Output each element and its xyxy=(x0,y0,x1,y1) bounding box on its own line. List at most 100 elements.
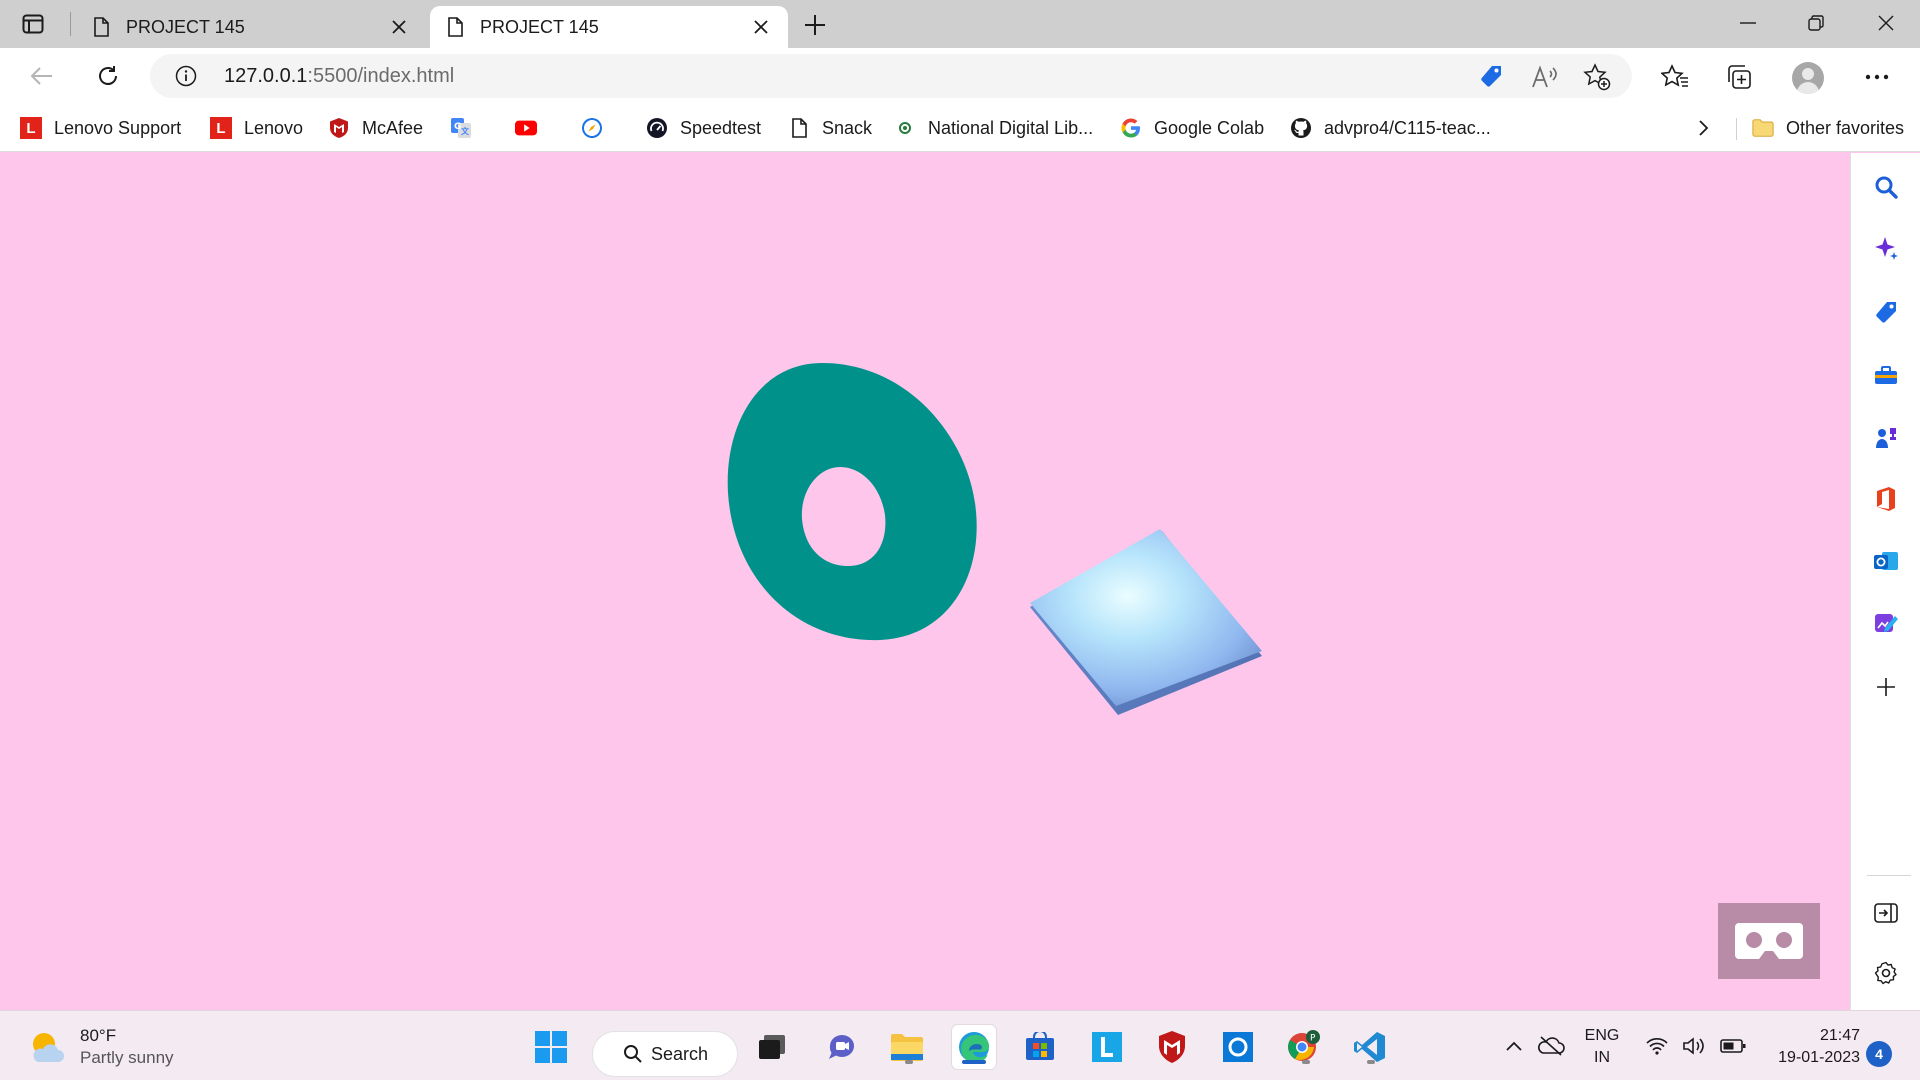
favorite-label: Snack xyxy=(822,117,873,138)
clock-date: 19-01-2023 xyxy=(1778,1049,1860,1066)
edge-icon xyxy=(959,1032,989,1063)
google-translate-icon: G文 xyxy=(450,117,472,139)
favorite-speedtest[interactable]: Speedtest xyxy=(646,114,761,142)
close-tab-icon[interactable] xyxy=(386,14,412,40)
favorite-mcafee[interactable]: McAfee xyxy=(328,114,423,142)
sidebar-office-icon[interactable] xyxy=(1868,481,1904,517)
active-app-indicator xyxy=(962,1060,986,1064)
minimize-button[interactable] xyxy=(1720,6,1776,40)
url-path: :5500/index.html xyxy=(307,65,455,87)
address-bar[interactable]: 127.0.0.1:5500/index.html xyxy=(150,54,1632,98)
more-options-icon[interactable] xyxy=(1860,60,1894,94)
page-icon xyxy=(90,16,112,38)
lenovo-vantage-button[interactable] xyxy=(1085,1025,1129,1069)
tab-project-145-inactive[interactable]: PROJECT 145 xyxy=(76,6,426,48)
task-view-button[interactable] xyxy=(750,1025,794,1069)
favorite-label: Lenovo xyxy=(244,117,304,138)
mcafee-button[interactable] xyxy=(1150,1025,1194,1069)
taskbar-search[interactable]: Search xyxy=(592,1031,738,1077)
vr-mode-button[interactable] xyxy=(1718,903,1820,979)
favorite-google-colab[interactable]: Google Colab xyxy=(1120,114,1264,142)
dot-icon xyxy=(894,117,916,139)
favorite-youtube[interactable] xyxy=(515,114,537,142)
sidebar-games-icon[interactable] xyxy=(1868,419,1904,455)
favorites-bar: L Lenovo Support L Lenovo McAfee G文 Spee… xyxy=(0,104,1920,152)
onedrive-offline-icon[interactable] xyxy=(1534,1031,1568,1061)
search-label: Search xyxy=(651,1043,709,1064)
sidebar-discover-sparkle-icon[interactable] xyxy=(1868,231,1904,267)
volume-icon[interactable] xyxy=(1678,1031,1712,1061)
sidebar-search-icon[interactable] xyxy=(1868,169,1904,205)
add-favorite-icon[interactable] xyxy=(1582,62,1612,92)
tab-actions-icon[interactable] xyxy=(18,10,48,38)
lenovo-vantage-icon xyxy=(1092,1032,1122,1062)
svg-text:文: 文 xyxy=(461,126,470,136)
weather-description: Partly sunny xyxy=(80,1048,174,1067)
ar-scene-canvas[interactable] xyxy=(0,153,1850,1010)
weather-widget[interactable]: 80°F Partly sunny xyxy=(28,1025,174,1069)
folder-icon xyxy=(1752,117,1774,139)
site-info-icon[interactable] xyxy=(174,64,198,88)
sidebar-shopping-tag-icon[interactable] xyxy=(1868,295,1904,331)
microsoft-store-button[interactable] xyxy=(1018,1025,1062,1069)
favorite-lenovo-support[interactable]: L Lenovo Support xyxy=(20,114,181,142)
close-tab-icon[interactable] xyxy=(748,14,774,40)
start-button[interactable] xyxy=(529,1025,573,1069)
windows-taskbar: 80°F Partly sunny Search P ENG IN 21:47 … xyxy=(0,1010,1920,1080)
sidebar-settings-icon[interactable] xyxy=(1868,955,1904,991)
other-favorites-folder[interactable]: Other favorites xyxy=(1752,114,1904,142)
favorite-google-translate[interactable]: G文 xyxy=(450,114,472,142)
tab-title: PROJECT 145 xyxy=(480,16,599,37)
store-icon xyxy=(1026,1032,1054,1060)
restore-button[interactable] xyxy=(1788,6,1844,40)
search-icon xyxy=(623,1044,643,1064)
favorites-icon[interactable] xyxy=(1658,60,1692,94)
sidebar-outlook-icon[interactable] xyxy=(1868,543,1904,579)
favorite-compass[interactable] xyxy=(581,114,603,142)
task-view-icon xyxy=(759,1035,785,1059)
cortana-button[interactable] xyxy=(1216,1025,1260,1069)
torus-body xyxy=(727,363,977,641)
collections-icon[interactable] xyxy=(1722,60,1756,94)
sidebar-tools-icon[interactable] xyxy=(1868,357,1904,393)
new-tab-button[interactable] xyxy=(800,10,830,40)
refresh-button[interactable] xyxy=(90,58,126,94)
cube-shape xyxy=(1030,529,1262,715)
favorites-overflow-chevron-icon[interactable] xyxy=(1698,114,1710,142)
favorite-github-repo[interactable]: advpro4/C115-teac... xyxy=(1290,114,1491,142)
close-window-button[interactable] xyxy=(1858,6,1914,40)
notification-badge[interactable]: 4 xyxy=(1866,1041,1892,1067)
teams-chat-button[interactable] xyxy=(820,1025,864,1069)
page-icon xyxy=(788,117,810,139)
sidebar-designer-icon[interactable] xyxy=(1868,605,1904,641)
favorite-lenovo[interactable]: L Lenovo xyxy=(210,114,303,142)
tab-title: PROJECT 145 xyxy=(126,16,245,37)
tab-bar: PROJECT 145 PROJECT 145 xyxy=(0,0,1920,48)
shopping-tag-icon[interactable] xyxy=(1476,62,1506,92)
chat-icon xyxy=(829,1035,854,1059)
battery-icon[interactable] xyxy=(1716,1031,1750,1061)
lenovo-icon: L xyxy=(20,117,42,139)
favorite-national-digital-library[interactable]: National Digital Lib... xyxy=(894,114,1093,142)
url-text[interactable]: 127.0.0.1:5500/index.html xyxy=(224,65,454,88)
mcafee-icon xyxy=(328,117,350,139)
wifi-icon[interactable] xyxy=(1640,1031,1674,1061)
show-hidden-icons-chevron-icon[interactable] xyxy=(1500,1031,1528,1061)
profile-avatar[interactable] xyxy=(1792,62,1824,94)
vr-headset-icon xyxy=(1735,923,1803,959)
clock-time: 21:47 xyxy=(1819,1027,1860,1044)
sidebar-hide-icon[interactable] xyxy=(1868,895,1904,931)
favorite-snack[interactable]: Snack xyxy=(788,114,872,142)
input-language-indicator[interactable]: ENG IN xyxy=(1580,1025,1624,1069)
sidebar-add-icon[interactable] xyxy=(1868,669,1904,705)
favorites-divider xyxy=(1736,118,1737,140)
favorite-label: Google Colab xyxy=(1154,117,1265,138)
mcafee-icon xyxy=(1159,1031,1185,1063)
google-icon xyxy=(1120,117,1142,139)
tab-separator xyxy=(70,12,71,36)
page-viewport[interactable] xyxy=(0,153,1850,1010)
read-aloud-icon[interactable] xyxy=(1530,62,1560,92)
system-clock[interactable]: 21:47 19-01-2023 xyxy=(1760,1025,1860,1069)
back-button[interactable] xyxy=(24,58,60,94)
tab-project-145-active[interactable]: PROJECT 145 xyxy=(430,6,788,48)
